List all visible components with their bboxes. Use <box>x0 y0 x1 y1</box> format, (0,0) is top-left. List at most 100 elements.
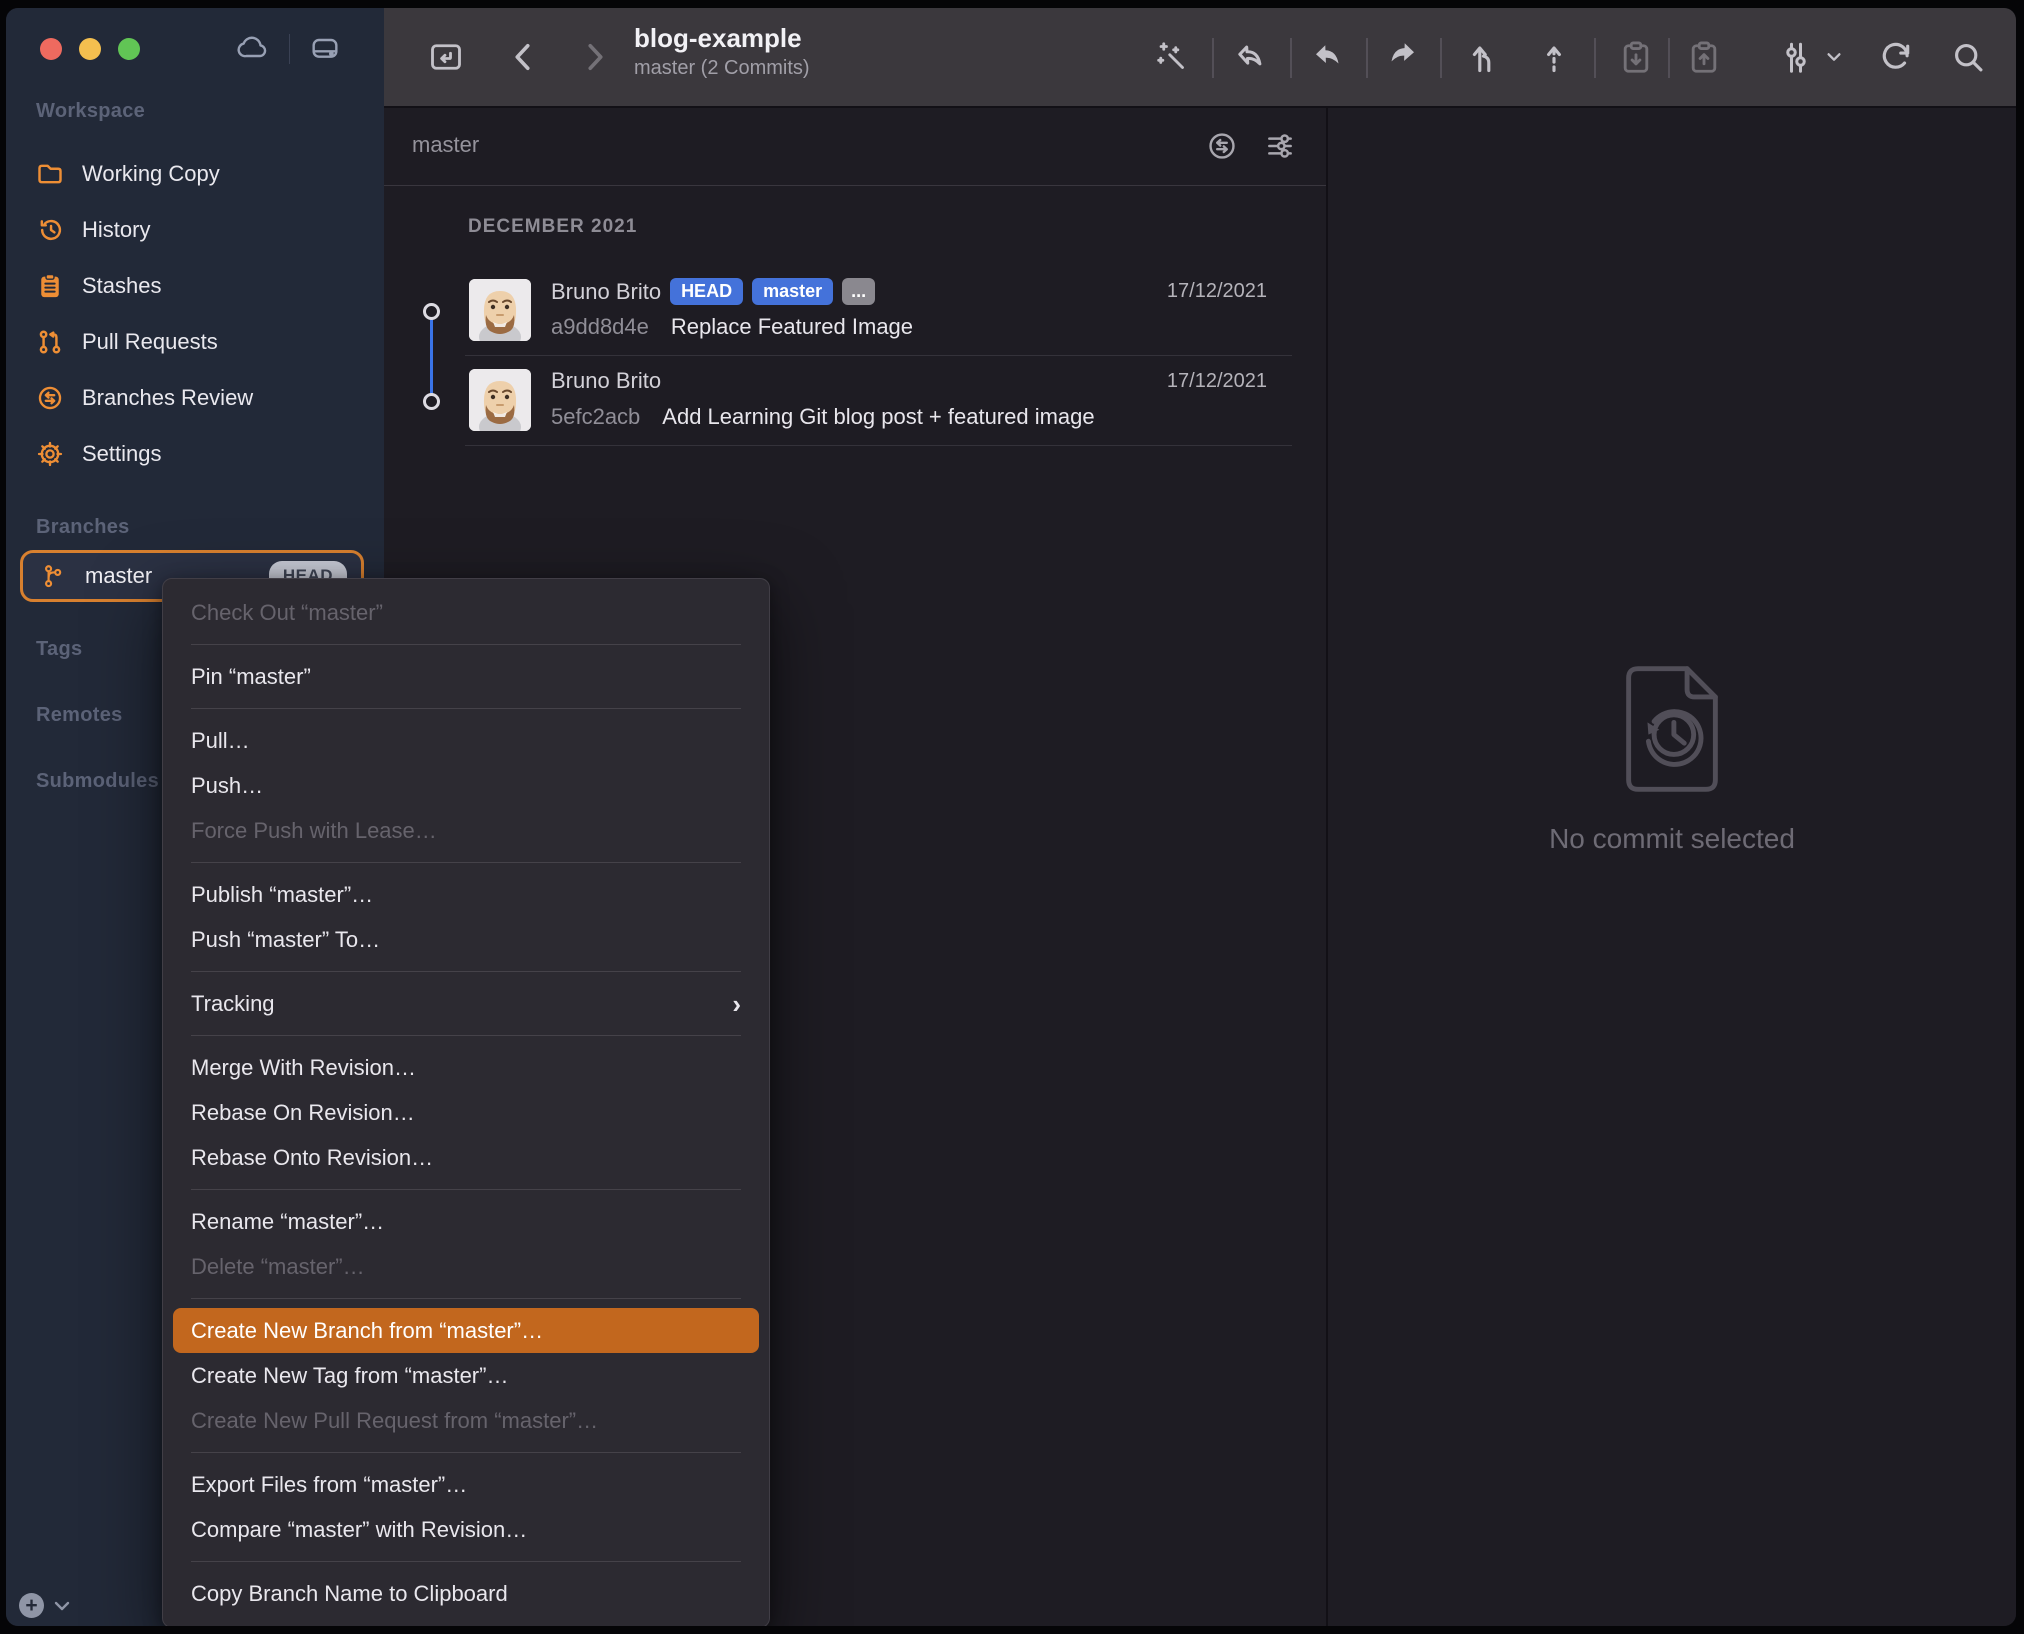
commit-detail-panel: No commit selected <box>1326 108 2016 1626</box>
menu-item-copy-branch-name[interactable]: Copy Branch Name to Clipboard <box>173 1571 759 1616</box>
commit-graph-node[interactable] <box>423 303 440 320</box>
chevron-down-icon[interactable] <box>52 1598 72 1614</box>
menu-item-push[interactable]: Push… <box>173 763 759 808</box>
menu-separator <box>191 1189 741 1190</box>
branch-filter-bar[interactable]: master <box>384 108 1326 186</box>
menu-item-compare-with-revision[interactable]: Compare “master” with Revision… <box>173 1507 759 1552</box>
commit-group-header: DECEMBER 2021 <box>468 216 638 237</box>
stash-apply-clipboard-down-icon <box>1623 41 1649 73</box>
compare-swap-circle-icon[interactable] <box>1206 130 1238 162</box>
merge-icon <box>1472 46 1491 73</box>
window-title-block: blog-example master (2 Commits) <box>634 22 810 81</box>
commit-hash: a9dd8d4e <box>551 314 649 339</box>
chevron-down-icon <box>1827 53 1841 61</box>
commit-hash: 5efc2acb <box>551 404 641 429</box>
menu-separator <box>191 708 741 709</box>
empty-state: No commit selected <box>1328 663 2016 855</box>
document-history-icon <box>1626 666 1718 792</box>
forward-chevron-icon <box>588 43 603 71</box>
sidebar-item-pull-requests[interactable]: Pull Requests <box>6 314 384 370</box>
search-button[interactable] <box>1946 35 1990 79</box>
clipboard-icon <box>41 273 59 298</box>
git-branch-icon <box>45 565 62 588</box>
tags-section-label[interactable]: Tags <box>36 638 82 661</box>
page-subtitle: master (2 Commits) <box>634 56 810 79</box>
open-repo-button[interactable] <box>424 35 468 79</box>
menu-item-publish[interactable]: Publish “master”… <box>173 872 759 917</box>
sidebar-item-history[interactable]: History <box>6 202 384 258</box>
apply-stash-button[interactable] <box>1614 35 1658 79</box>
more-refs-badge[interactable]: ... <box>842 278 876 305</box>
commit-row[interactable]: Bruno Brito 17/12/2021 5efc2acb Add Lear… <box>465 356 1292 446</box>
minimize-button[interactable] <box>79 38 101 60</box>
menu-item-rename[interactable]: Rename “master”… <box>173 1199 759 1244</box>
add-repository-button[interactable]: + <box>19 1593 44 1618</box>
sidebar-item-settings[interactable]: Settings <box>6 426 384 482</box>
menu-item-pull[interactable]: Pull… <box>173 718 759 763</box>
swap-circle-icon <box>38 386 62 410</box>
menu-item-pin[interactable]: Pin “master” <box>173 654 759 699</box>
close-button[interactable] <box>40 38 62 60</box>
sidebar-item-label: Branches Review <box>82 385 254 410</box>
commit-row[interactable]: Bruno Brito HEAD master ... 17/12/2021 a… <box>465 266 1292 356</box>
view-options-button[interactable] <box>1774 35 1818 79</box>
refresh-button[interactable] <box>1874 35 1918 79</box>
forward-button[interactable] <box>572 35 616 79</box>
undo-button[interactable] <box>1228 35 1272 79</box>
menu-item-label: Tracking <box>191 990 275 1016</box>
toolbar-divider <box>1366 38 1368 78</box>
refresh-icon <box>1882 42 1910 69</box>
toolbar-divider <box>1290 38 1292 78</box>
sidebar-item-label: History <box>82 217 151 242</box>
sidebar-item-stashes[interactable]: Stashes <box>6 258 384 314</box>
pull-button[interactable] <box>1306 35 1350 79</box>
toolbar-divider <box>1440 38 1442 78</box>
sidebar-item-working-copy[interactable]: Working Copy <box>6 146 384 202</box>
back-button[interactable] <box>502 35 546 79</box>
sidebar-item-label: Working Copy <box>82 161 220 186</box>
commit-author: Bruno Brito <box>551 368 662 393</box>
commit-date: 17/12/2021 <box>1166 369 1267 392</box>
branches-section-label: Branches <box>36 516 130 538</box>
submodules-section-label[interactable]: Submodules <box>36 770 159 793</box>
menu-item-delete: Delete “master”… <box>191 1253 365 1279</box>
back-chevron-icon <box>515 43 530 71</box>
menu-item-create-new-tag[interactable]: Create New Tag from “master”… <box>173 1353 759 1398</box>
menu-item-merge-with-revision[interactable]: Merge With Revision… <box>173 1045 759 1090</box>
empty-state-message: No commit selected <box>1549 823 1795 854</box>
drive-icon[interactable] <box>306 32 344 64</box>
workspace-section-label: Workspace <box>36 100 146 122</box>
menu-item-create-new-branch[interactable]: Create New Branch from “master”… <box>173 1308 759 1353</box>
history-clock-icon <box>40 219 62 240</box>
commit-graph-node[interactable] <box>423 393 440 410</box>
undo-arrow-icon <box>1238 45 1262 66</box>
menu-item-tracking[interactable]: Tracking › <box>173 981 759 1026</box>
menu-item-rebase-onto-revision[interactable]: Rebase Onto Revision… <box>173 1135 759 1180</box>
commit-message: Replace Featured Image <box>670 314 914 339</box>
magic-wand-icon <box>1157 42 1184 69</box>
menu-item-check-out: Check Out “master” <box>191 599 383 625</box>
remotes-section-label[interactable]: Remotes <box>36 704 123 727</box>
save-stash-button[interactable] <box>1682 35 1726 79</box>
branch-filter-value[interactable]: master <box>412 132 479 158</box>
zoom-button[interactable] <box>118 38 140 60</box>
commit-message: Add Learning Git blog post + featured im… <box>662 404 1095 429</box>
sidebar-item-branches-review[interactable]: Branches Review <box>6 370 384 426</box>
push-button[interactable] <box>1380 35 1424 79</box>
commit-date: 17/12/2021 <box>1166 280 1267 302</box>
head-badge: HEAD <box>670 278 744 305</box>
menu-item-rebase-on-revision[interactable]: Rebase On Revision… <box>173 1090 759 1135</box>
page-title: blog-example <box>634 23 802 53</box>
submenu-chevron-icon: › <box>732 988 741 1019</box>
quick-actions-button[interactable] <box>1150 35 1194 79</box>
menu-item-export-files[interactable]: Export Files from “master”… <box>173 1462 759 1507</box>
cloud-icon[interactable] <box>234 32 272 64</box>
branch-badge: master <box>752 278 834 305</box>
open-repo-icon <box>431 44 461 70</box>
filter-sliders-icon[interactable] <box>1264 130 1296 162</box>
avatar <box>469 279 531 341</box>
view-options-dropdown[interactable] <box>1822 35 1846 79</box>
merge-button[interactable] <box>1462 35 1506 79</box>
menu-item-push-to[interactable]: Push “master” To… <box>173 917 759 962</box>
rebase-button[interactable] <box>1532 35 1576 79</box>
